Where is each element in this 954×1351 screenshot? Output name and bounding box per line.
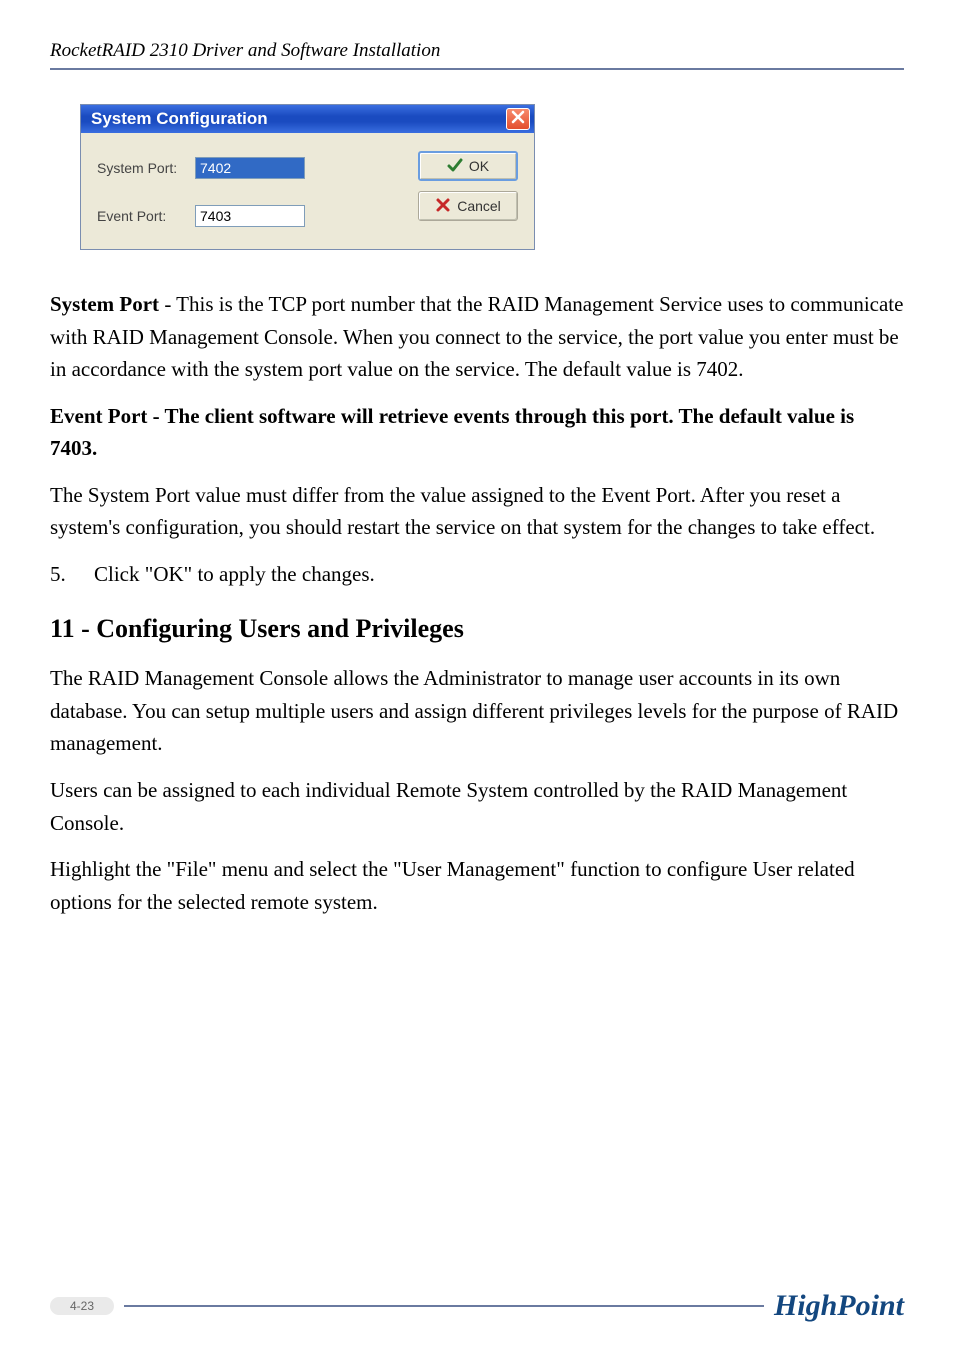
system-configuration-dialog: System Configuration System Port: Event … (80, 104, 535, 250)
step-5-text: Click "OK" to apply the changes. (94, 558, 375, 591)
system-port-term: System Port (50, 292, 159, 316)
cancel-button-label: Cancel (457, 198, 501, 214)
section-heading-11: 11 - Configuring Users and Privileges (50, 614, 904, 644)
dialog-body: System Port: Event Port: OK Cancel (81, 133, 534, 249)
system-port-input[interactable] (195, 157, 305, 179)
ok-button-label: OK (469, 158, 489, 174)
step-5: 5. Click "OK" to apply the changes. (50, 558, 904, 591)
dialog-fields: System Port: Event Port: (97, 151, 398, 227)
footer-divider (124, 1305, 764, 1307)
cancel-button[interactable]: Cancel (418, 191, 518, 221)
page-number: 4-23 (50, 1297, 114, 1315)
paragraph-file-menu: Highlight the "File" menu and select the… (50, 853, 904, 918)
dialog-titlebar: System Configuration (81, 105, 534, 133)
step-5-number: 5. (50, 558, 94, 591)
paragraph-users-assigned: Users can be assigned to each individual… (50, 774, 904, 839)
close-button[interactable] (506, 108, 530, 130)
system-port-desc: - This is the TCP port number that the R… (50, 292, 903, 381)
paragraph-port-differ: The System Port value must differ from t… (50, 479, 904, 544)
event-port-label: Event Port: (97, 208, 185, 224)
dialog-buttons: OK Cancel (418, 151, 518, 227)
event-port-input[interactable] (195, 205, 305, 227)
check-icon (447, 157, 463, 176)
header-divider (50, 68, 904, 70)
ok-button[interactable]: OK (418, 151, 518, 181)
paragraph-system-port: System Port - This is the TCP port numbe… (50, 288, 904, 386)
page-header-title: RocketRAID 2310 Driver and Software Inst… (50, 40, 904, 62)
system-port-row: System Port: (97, 157, 398, 179)
page-footer: 4-23 HighPoint (50, 1289, 904, 1323)
system-port-label: System Port: (97, 160, 185, 176)
paragraph-raid-console: The RAID Management Console allows the A… (50, 662, 904, 760)
x-icon (435, 197, 451, 216)
event-port-row: Event Port: (97, 205, 398, 227)
brand-logo: HighPoint (774, 1289, 904, 1323)
paragraph-event-port: Event Port - The client software will re… (50, 400, 904, 465)
close-icon (511, 109, 525, 129)
dialog-title: System Configuration (91, 109, 268, 129)
